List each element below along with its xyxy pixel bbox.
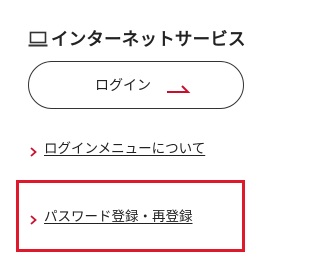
laptop-icon [28, 30, 48, 48]
section-title: インターネットサービス [28, 26, 246, 51]
login-menu-link-text: ログインメニューについて [44, 141, 206, 157]
chevron-right-icon [30, 210, 37, 225]
section-title-text: インターネットサービス [51, 30, 246, 50]
password-register-link[interactable]: パスワード登録・再登録 [30, 205, 193, 225]
chevron-right-icon [30, 142, 37, 157]
password-register-link-text: パスワード登録・再登録 [44, 209, 193, 225]
login-button[interactable]: ログイン [28, 61, 244, 109]
login-button-label: ログイン [95, 78, 151, 94]
arrow-right-icon [167, 79, 191, 93]
login-menu-link[interactable]: ログインメニューについて [30, 137, 205, 157]
